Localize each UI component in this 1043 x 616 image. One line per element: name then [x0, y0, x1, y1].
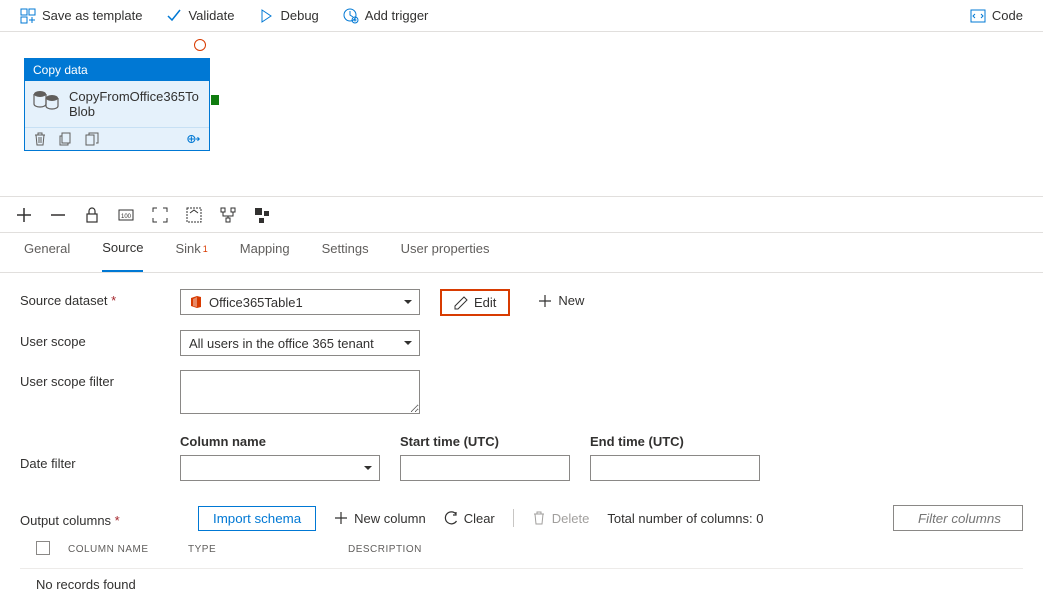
- top-toolbar: Save as template Validate Debug Add trig…: [0, 0, 1043, 32]
- office365-icon: [189, 295, 203, 309]
- debug-button[interactable]: Debug: [246, 0, 330, 32]
- activity-name-line1: CopyFromOffice365To: [69, 89, 199, 104]
- database-icon: [33, 89, 61, 111]
- add-output-icon[interactable]: [187, 132, 201, 146]
- select-all-checkbox[interactable]: [36, 541, 50, 555]
- activity-footer: [25, 127, 209, 150]
- add-icon[interactable]: [16, 207, 32, 223]
- source-dataset-label: Source dataset *: [20, 289, 180, 308]
- filter-columns-input[interactable]: [893, 505, 1023, 531]
- no-records-message: No records found: [20, 568, 1023, 600]
- new-column-button[interactable]: New column: [334, 511, 426, 526]
- copy-icon[interactable]: [59, 132, 73, 146]
- activity-name-line2: Blob: [69, 104, 199, 119]
- add-trigger-button[interactable]: Add trigger: [331, 0, 441, 32]
- user-scope-filter-input[interactable]: [180, 370, 420, 414]
- code-button[interactable]: Code: [958, 0, 1035, 32]
- tab-sink[interactable]: Sink1: [175, 233, 207, 272]
- save-template-icon: [20, 8, 36, 24]
- user-scope-select[interactable]: All users in the office 365 tenant: [180, 330, 420, 356]
- copy-data-activity[interactable]: Copy data CopyFromOffice365To Blob: [24, 58, 210, 151]
- user-scope-value: All users in the office 365 tenant: [189, 336, 374, 351]
- header-column-name: COLUMN NAME: [68, 544, 188, 555]
- new-dataset-button[interactable]: New: [526, 289, 596, 312]
- start-time-input[interactable]: [400, 455, 570, 481]
- code-icon: [970, 8, 986, 24]
- source-dataset-select[interactable]: Office365Table1: [180, 289, 420, 315]
- tab-user-properties[interactable]: User properties: [401, 233, 490, 272]
- plus-icon: [538, 294, 552, 308]
- tab-settings[interactable]: Settings: [322, 233, 369, 272]
- date-filter-label: Date filter: [20, 434, 180, 471]
- pipeline-canvas[interactable]: Copy data CopyFromOffice365To Blob: [0, 32, 1043, 197]
- header-type: TYPE: [188, 544, 348, 555]
- fullscreen-icon[interactable]: [186, 207, 202, 223]
- user-scope-label: User scope: [20, 330, 180, 349]
- edit-dataset-button[interactable]: Edit: [440, 289, 510, 316]
- lock-icon[interactable]: [84, 207, 100, 223]
- user-scope-filter-label: User scope filter: [20, 370, 180, 389]
- pencil-icon: [454, 296, 468, 310]
- start-time-header: Start time (UTC): [400, 434, 570, 449]
- plus-icon: [334, 511, 348, 525]
- refresh-icon: [444, 511, 458, 525]
- add-trigger-label: Add trigger: [365, 8, 429, 23]
- import-schema-button[interactable]: Import schema: [198, 506, 316, 531]
- divider: [513, 509, 514, 527]
- source-panel: Source dataset * Office365Table1 Edit Ne…: [0, 273, 1043, 616]
- sink-error-badge: 1: [203, 244, 208, 254]
- autolayout-icon[interactable]: [220, 207, 236, 223]
- code-label: Code: [992, 8, 1023, 23]
- save-template-button[interactable]: Save as template: [8, 0, 154, 32]
- source-dataset-value: Office365Table1: [209, 295, 303, 310]
- zoom-reset-icon[interactable]: 100: [118, 207, 134, 223]
- delete-icon[interactable]: [33, 132, 47, 146]
- debug-label: Debug: [280, 8, 318, 23]
- clone-icon[interactable]: [85, 132, 99, 146]
- delete-column-button: Delete: [532, 511, 590, 526]
- new-label: New: [558, 293, 584, 308]
- date-column-select[interactable]: [180, 455, 380, 481]
- zoom-fit-icon[interactable]: [152, 207, 168, 223]
- save-template-label: Save as template: [42, 8, 142, 23]
- validate-button[interactable]: Validate: [154, 0, 246, 32]
- checkmark-icon: [166, 8, 182, 24]
- minimap-icon[interactable]: [254, 207, 270, 223]
- activity-type-label: Copy data: [25, 59, 209, 81]
- tab-mapping[interactable]: Mapping: [240, 233, 290, 272]
- activity-tabs: General Source Sink1 Mapping Settings Us…: [0, 233, 1043, 273]
- output-columns-label: Output columns *: [20, 509, 180, 528]
- chevron-down-icon: [403, 338, 413, 348]
- trigger-icon: [343, 8, 359, 24]
- tab-source[interactable]: Source: [102, 233, 143, 272]
- chevron-down-icon: [403, 297, 413, 307]
- remove-icon[interactable]: [50, 207, 66, 223]
- success-connector[interactable]: [211, 95, 219, 105]
- column-name-header: Column name: [180, 434, 380, 449]
- columns-grid-header: COLUMN NAME TYPE DESCRIPTION: [20, 531, 1023, 568]
- play-icon: [258, 8, 274, 24]
- canvas-zoom-toolbar: 100: [0, 197, 1043, 233]
- validate-label: Validate: [188, 8, 234, 23]
- header-description: DESCRIPTION: [348, 544, 508, 555]
- activity-body: CopyFromOffice365To Blob: [25, 81, 209, 127]
- svg-text:100: 100: [121, 214, 132, 220]
- validation-error-indicator[interactable]: [194, 39, 206, 51]
- trash-icon: [532, 511, 546, 525]
- edit-label: Edit: [474, 295, 496, 310]
- end-time-input[interactable]: [590, 455, 760, 481]
- end-time-header: End time (UTC): [590, 434, 760, 449]
- chevron-down-icon: [363, 463, 373, 473]
- tab-general[interactable]: General: [24, 233, 70, 272]
- total-columns-label: Total number of columns: 0: [607, 511, 763, 526]
- clear-columns-button[interactable]: Clear: [444, 511, 495, 526]
